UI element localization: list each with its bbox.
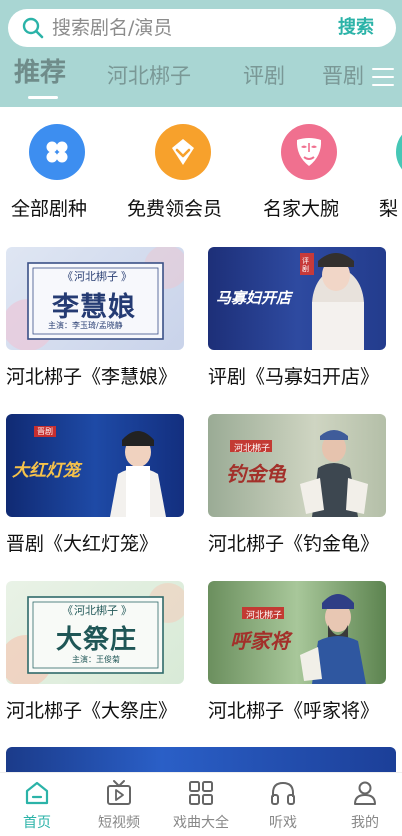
header: 搜索剧名/演员 搜索 推荐 河北梆子 评剧 晋剧 xyxy=(0,0,402,107)
nav-mine[interactable]: 我的 xyxy=(325,779,402,831)
tv-play-icon xyxy=(107,780,131,805)
tab-jinju[interactable]: 晋剧 xyxy=(322,62,364,90)
person-icon xyxy=(354,781,376,805)
video-thumbnail[interactable]: 河北梆子 钓金龟 xyxy=(208,414,386,517)
quick-entry-label: 全部剧种 xyxy=(11,198,88,220)
thumbnail-title: 钓金龟 xyxy=(226,462,286,486)
thumbnail-tag: 河北梆子 xyxy=(74,270,118,283)
thumbnail-tag: 河北梆子 xyxy=(246,611,283,621)
video-title[interactable]: 河北梆子《呼家将》 xyxy=(208,699,386,723)
thumbnail-title: 马寡妇开店 xyxy=(216,289,292,307)
search-bar[interactable]: 搜索剧名/演员 搜索 xyxy=(8,9,396,47)
video-thumbnail[interactable]: 河北梆子 呼家将 xyxy=(208,581,386,684)
search-input[interactable]: 搜索剧名/演员 xyxy=(52,17,172,39)
tab-pingju[interactable]: 评剧 xyxy=(243,62,285,90)
thumbnail-cast: 主演：王俊菊 xyxy=(72,655,120,664)
search-button[interactable]: 搜索 xyxy=(338,17,374,39)
nav-listen[interactable]: 听戏 xyxy=(243,779,323,831)
nav-label: 听戏 xyxy=(269,815,297,831)
search-icon xyxy=(22,17,44,39)
thumbnail-title: 大祭庄 xyxy=(56,625,138,655)
thumbnail-title: 呼家将 xyxy=(230,629,290,653)
active-tab-indicator xyxy=(28,96,58,99)
home-icon xyxy=(25,781,49,805)
diamond-icon xyxy=(155,124,211,180)
nav-label: 首页 xyxy=(23,815,51,831)
nav-home[interactable]: 首页 xyxy=(0,779,77,831)
thumbnail-cast: 主演：李玉琦/孟晓静 xyxy=(48,321,123,330)
video-thumbnail[interactable]: 评剧 马寡妇开店 xyxy=(208,247,386,350)
quick-entry-label: 名家大腕 xyxy=(263,198,340,220)
thumbnail-title: 大红灯笼 xyxy=(12,461,80,481)
grid-icon xyxy=(29,124,85,180)
nav-short-video[interactable]: 短视频 xyxy=(79,779,159,831)
thumbnail-tag: 评剧 xyxy=(302,257,309,273)
thumbnail-tag: 河北梆子 xyxy=(234,444,271,454)
nav-label: 我的 xyxy=(351,815,379,831)
headphones-icon xyxy=(271,781,295,805)
quick-entry-label: 免费领会员 xyxy=(127,198,223,220)
tab-recommend[interactable]: 推荐 xyxy=(14,59,66,87)
quick-entry-label: 梨 xyxy=(379,198,399,220)
quick-entries: 全部剧种 免费领会员 名家大腕 梨 xyxy=(0,107,402,235)
mask-icon xyxy=(281,124,337,180)
menu-icon[interactable] xyxy=(372,68,394,86)
video-title[interactable]: 河北梆子《李慧娘》 xyxy=(6,365,184,389)
thumbnail-tag: 晋剧 xyxy=(37,427,53,436)
tab-hebei-bangzi[interactable]: 河北梆子 xyxy=(107,62,191,90)
grid-squares-icon xyxy=(189,781,213,805)
bottom-nav: 首页 短视频 戏曲大全 听戏 我的 xyxy=(0,772,402,836)
nav-label: 短视频 xyxy=(98,815,140,831)
video-thumbnail[interactable]: 《 河北梆子 》 大祭庄 主演：王俊菊 xyxy=(6,581,184,684)
video-title[interactable]: 河北梆子《大祭庄》 xyxy=(6,699,184,723)
video-thumbnail[interactable]: 《 河北梆子 》 李慧娘 主演：李玉琦/孟晓静 xyxy=(6,247,184,350)
video-title[interactable]: 河北梆子《钓金龟》 xyxy=(208,532,386,556)
nav-label: 戏曲大全 xyxy=(173,815,229,831)
video-thumbnail[interactable]: 晋剧 大红灯笼 xyxy=(6,414,184,517)
thumbnail-tag: 河北梆子 xyxy=(74,604,118,617)
nav-opera-collection[interactable]: 戏曲大全 xyxy=(161,779,241,831)
video-title[interactable]: 晋剧《大红灯笼》 xyxy=(6,532,184,556)
thumbnail-title: 李慧娘 xyxy=(52,292,136,323)
circle-icon xyxy=(396,124,402,180)
video-title[interactable]: 评剧《马寡妇开店》 xyxy=(208,365,386,389)
